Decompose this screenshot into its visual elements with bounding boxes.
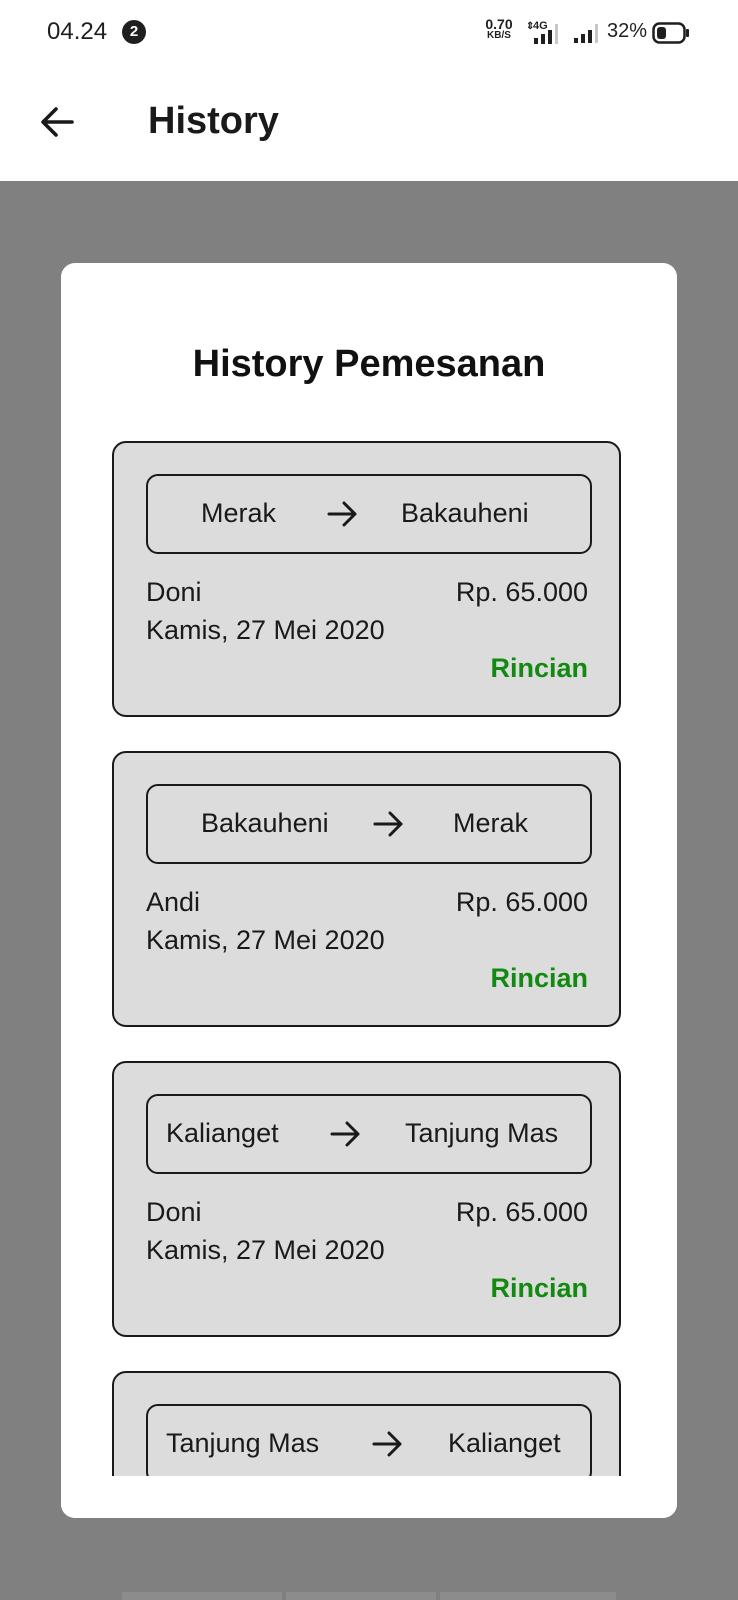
dialog-title: History Pemesanan [192,343,546,385]
network-speed: 0.70 KB/S [481,16,517,42]
route-box: Tanjung Mas Kalianget [146,1404,592,1484]
order-date: Kamis, 27 Mei 2020 [146,1235,385,1265]
network-type-label: 4G [533,20,548,32]
order-price: Rp. 65.000 [455,1197,588,1227]
passenger-name: Doni [146,577,202,607]
order-price: Rp. 65.000 [455,887,588,917]
passenger-name: Doni [146,1197,202,1227]
arrow-left-icon[interactable] [34,98,82,146]
battery-icon [652,22,689,44]
history-dialog: History Pemesanan Merak Bakauheni Doni K… [61,263,677,1518]
detail-link[interactable]: Rincian [490,1273,588,1304]
route-box: Kalianget Tanjung Mas [146,1094,592,1174]
route-from: Kalianget [166,1118,279,1148]
page-title: History [148,100,279,142]
route-to: Bakauheni [401,498,529,528]
route-from: Merak [201,498,277,528]
list-scroll-edge [61,1476,677,1518]
detail-link[interactable]: Rincian [490,653,588,684]
history-card[interactable]: Bakauheni Merak Andi Kamis, 27 Mei 2020 … [112,751,621,1027]
arrow-right-icon [327,501,357,527]
network-4g-icon: ⇕ 4G [526,20,558,44]
arrow-right-icon [372,1431,402,1457]
status-bar: 04.24 2 0.70 KB/S ⇕ 4G 32% [0,0,738,64]
route-from: Bakauheni [201,808,329,838]
battery-percent: 32% [607,20,648,42]
status-time: 04.24 [47,18,108,45]
route-to: Merak [453,808,529,838]
route-box: Bakauheni Merak [146,784,592,864]
route-from: Tanjung Mas [166,1428,320,1458]
arrow-right-icon [373,811,403,837]
order-price: Rp. 65.000 [455,577,588,607]
bottom-nav-hint [440,1592,616,1600]
route-box: Merak Bakauheni [146,474,592,554]
bottom-nav-hint [122,1592,282,1600]
passenger-name: Andi [146,887,201,917]
order-date: Kamis, 27 Mei 2020 [146,615,385,645]
notification-badge: 2 [122,20,146,44]
history-card[interactable]: Kalianget Tanjung Mas Doni Kamis, 27 Mei… [112,1061,621,1337]
order-date: Kamis, 27 Mei 2020 [146,925,385,955]
history-card[interactable]: Merak Bakauheni Doni Kamis, 27 Mei 2020 … [112,441,621,717]
network-speed-value: 0.70 [485,16,513,32]
signal-icon [574,24,598,43]
bottom-nav-hint [286,1592,436,1600]
app-bar: History [0,64,738,181]
detail-link[interactable]: Rincian [490,963,588,994]
arrow-right-icon [330,1121,360,1147]
route-to: Kalianget [448,1428,561,1458]
route-to: Tanjung Mas [405,1118,559,1148]
